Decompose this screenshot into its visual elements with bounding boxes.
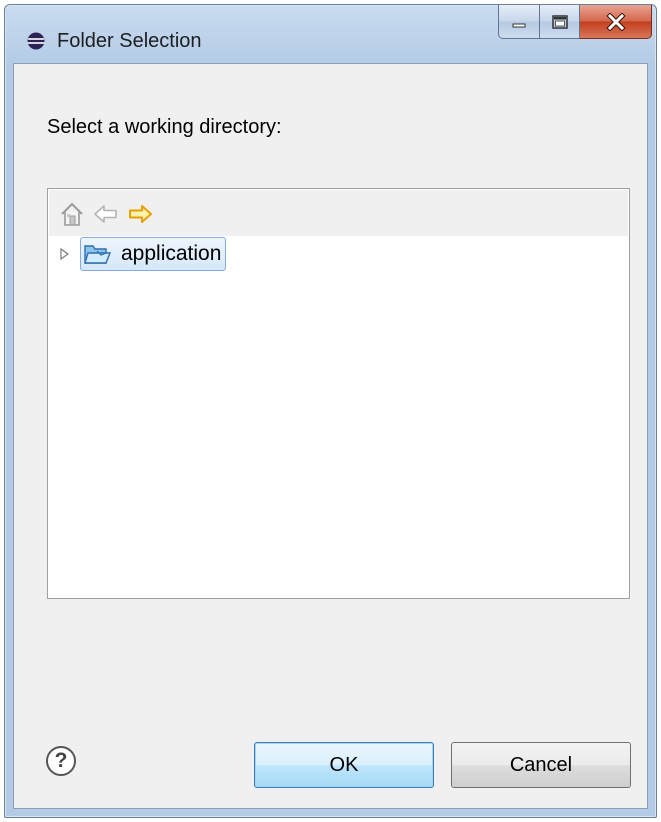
caption-buttons [498,5,652,41]
back-arrow-icon[interactable] [93,201,119,227]
open-folder-icon [84,245,111,264]
close-button[interactable] [580,5,652,39]
maximize-icon [551,14,568,29]
title-bar[interactable]: Folder Selection [5,5,656,63]
cancel-button[interactable]: Cancel [451,742,631,788]
tree-row[interactable]: application [56,237,227,271]
forward-arrow-icon[interactable] [127,201,153,227]
maximize-button[interactable] [540,5,580,39]
minimize-button[interactable] [498,5,540,39]
home-icon[interactable] [59,201,85,227]
tree-item-application[interactable]: application [80,237,227,271]
ok-button[interactable]: OK [254,742,434,788]
expand-triangle-icon[interactable] [56,246,72,262]
tree-item-label: application [121,242,222,265]
prompt-label: Select a working directory: [47,116,282,138]
close-icon [605,12,626,31]
help-button[interactable]: ? [46,746,76,776]
minimize-icon [512,23,526,27]
folder-selection-dialog: Folder Selection Select a working direct… [4,4,657,818]
folder-tree[interactable]: application [47,188,630,599]
window-title: Folder Selection [57,30,202,52]
tree-toolbar [49,190,628,236]
eclipse-icon [27,32,45,50]
dialog-body: Select a working directory: application … [13,63,648,809]
